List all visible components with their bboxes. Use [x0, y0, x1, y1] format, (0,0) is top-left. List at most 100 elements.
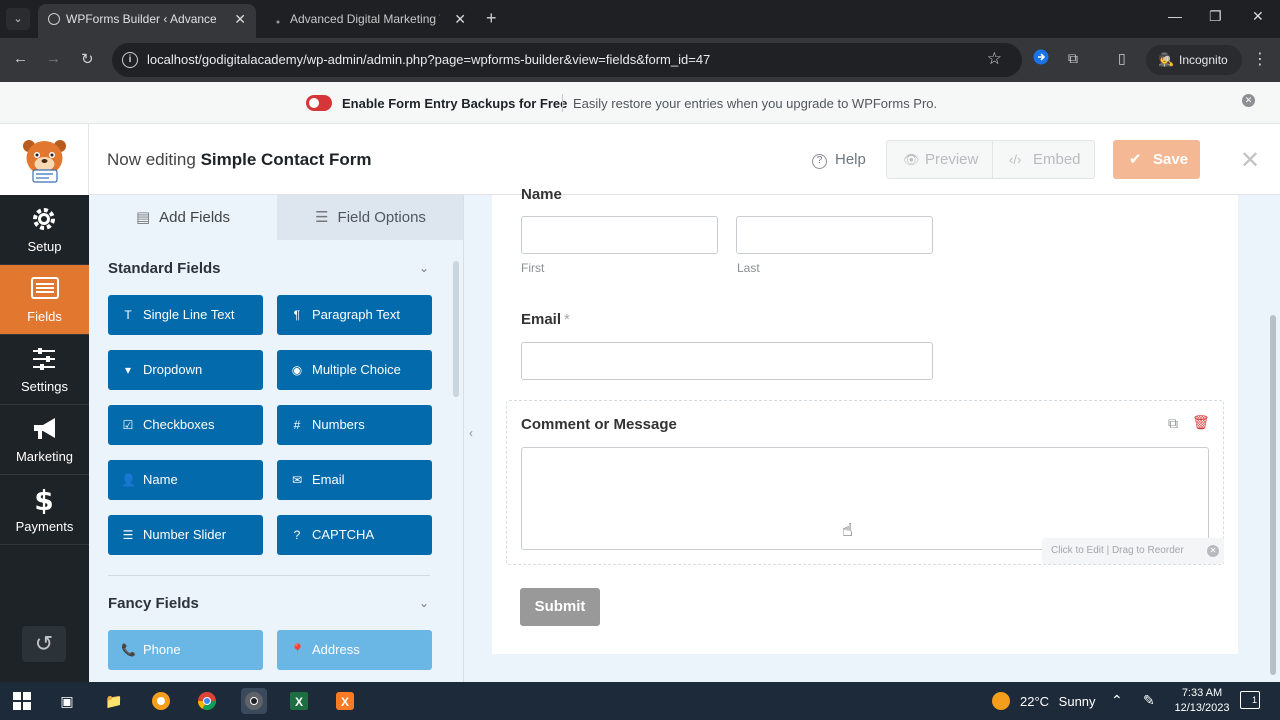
add-number-slider-button[interactable]: ☰ Number Slider [108, 515, 263, 555]
add-name-button[interactable]: 👤 Name [108, 460, 263, 500]
section-divider [108, 575, 430, 576]
comment-textarea[interactable] [521, 447, 1209, 550]
sidebar-item-setup[interactable]: Setup [0, 195, 89, 265]
sidebar-item-label: Marketing [15, 449, 74, 464]
notice-title: Enable Form Entry Backups for Free [342, 96, 568, 111]
fancy-fields-title[interactable]: Fancy Fields [108, 595, 199, 612]
sidebar-item-marketing[interactable]: Marketing [0, 405, 89, 475]
question-icon: ? [812, 154, 827, 169]
notice-text: Easily restore your entries when you upg… [573, 96, 938, 111]
browser-tab-wpforms[interactable]: WPForms Builder ‹ Advanced Di ✕ [38, 4, 256, 38]
envelope-icon: ✉ [291, 473, 303, 487]
checkbox-icon: ☑ [122, 418, 134, 432]
system-clock[interactable]: 7:33 AM 12/13/2023 [1172, 686, 1232, 716]
field-button-label: Number Slider [143, 527, 227, 542]
close-tab-icon[interactable]: ✕ [454, 4, 466, 34]
exit-builder-icon[interactable]: ✕ [1240, 146, 1260, 175]
save-button[interactable]: ✔ Save [1113, 140, 1200, 179]
chevron-down-icon[interactable]: ⌄ [419, 596, 429, 610]
wpforms-logo [0, 124, 89, 195]
email-field-label[interactable]: Email * [521, 311, 570, 328]
window-close-icon[interactable]: ✕ [1252, 8, 1264, 25]
add-captcha-button[interactable]: ? CAPTCHA [277, 515, 432, 555]
sidebar-item-fields[interactable]: Fields [0, 265, 89, 335]
new-tab-plus-icon[interactable]: + [486, 8, 497, 28]
sidebar-item-settings[interactable]: Settings [0, 335, 89, 405]
sidebar-item-payments[interactable]: $ Payments [0, 475, 89, 545]
bookmark-star-icon[interactable]: ☆ [987, 49, 1002, 69]
backup-toggle[interactable] [306, 95, 332, 111]
preview-label: Preview [925, 151, 979, 168]
xampp-icon[interactable]: X [332, 688, 358, 714]
canvas-scrollbar[interactable] [1270, 315, 1276, 675]
add-multiple-choice-button[interactable]: ◉ Multiple Choice [277, 350, 432, 390]
chrome-icon[interactable] [194, 688, 220, 714]
duplicate-field-icon[interactable]: ⧉ [1168, 415, 1178, 432]
forward-arrow-icon[interactable]: → [46, 50, 61, 67]
address-bar[interactable]: i localhost/godigitalacademy/wp-admin/ad… [112, 43, 1022, 77]
windows-start-icon[interactable] [9, 688, 35, 714]
incognito-badge[interactable]: 🕵 Incognito [1146, 45, 1242, 75]
browser-tab-marketing[interactable]: Advanced Digital Marketing Tra ✕ [262, 4, 476, 38]
embed-label: Embed [1033, 151, 1081, 168]
tooltip-close-icon[interactable]: ✕ [1207, 545, 1219, 557]
drag-reorder-tooltip: Click to Edit | Drag to Reorder ✕ [1042, 538, 1224, 564]
add-phone-button[interactable]: 📞 Phone [108, 630, 263, 670]
field-button-label: Single Line Text [143, 307, 235, 322]
back-arrow-icon[interactable]: ← [13, 50, 28, 67]
delete-field-icon[interactable]: 🗑 [1192, 414, 1210, 431]
form-preview-area: Name First Last Email * Comment or Messag… [464, 186, 1280, 682]
tab-search-chevron-icon[interactable]: ⌄ [6, 8, 30, 30]
standard-fields-title[interactable]: Standard Fields [108, 260, 221, 277]
add-dropdown-button[interactable]: ▾ Dropdown [108, 350, 263, 390]
add-numbers-button[interactable]: # Numbers [277, 405, 432, 445]
add-email-button[interactable]: ✉ Email [277, 460, 432, 500]
browser-menu-icon[interactable]: ⋮ [1252, 49, 1268, 69]
comment-field-label[interactable]: Comment or Message [521, 416, 677, 433]
app-icon[interactable] [148, 688, 174, 714]
file-explorer-icon[interactable]: 📁 [101, 688, 127, 714]
extensions-puzzle-icon[interactable]: ⧉ [1068, 50, 1078, 67]
weather-text: Sunny [1058, 694, 1096, 709]
pen-icon[interactable]: ✎ [1143, 692, 1155, 709]
chrome-incognito-icon[interactable] [241, 688, 267, 714]
wpforms-bear-icon [23, 140, 66, 183]
add-single-line-text-button[interactable]: T Single Line Text [108, 295, 263, 335]
reload-icon[interactable]: ↻ [81, 50, 94, 68]
editing-prefix: Now editing [107, 150, 196, 169]
first-name-input[interactable] [521, 216, 718, 254]
tab-add-fields[interactable]: ▤ Add Fields [89, 195, 277, 240]
collapse-panel-icon[interactable]: ‹ [464, 410, 478, 456]
add-address-button[interactable]: 📍 Address [277, 630, 432, 670]
side-panel-icon[interactable]: ▯ [1118, 50, 1126, 67]
panel-scrollbar[interactable] [453, 261, 459, 397]
add-checkboxes-button[interactable]: ☑ Checkboxes [108, 405, 263, 445]
tray-chevron-up-icon[interactable]: ⌃ [1111, 692, 1123, 709]
excel-icon[interactable]: X [286, 688, 312, 714]
maximize-icon[interactable]: ❐ [1209, 8, 1222, 25]
chevron-down-icon[interactable]: ⌄ [419, 261, 429, 275]
submit-button[interactable]: Submit [520, 588, 600, 626]
help-button[interactable]: ? Help [812, 151, 866, 169]
svg-text:$: $ [34, 486, 53, 514]
fields-icon [31, 277, 59, 299]
revisions-history-icon[interactable]: ↺ [22, 626, 66, 662]
last-name-input[interactable] [736, 216, 933, 254]
preview-button[interactable]: 👁 Preview [886, 140, 993, 179]
extension-icon[interactable] [1033, 49, 1049, 68]
name-field-label[interactable]: Name [521, 186, 562, 203]
add-paragraph-text-button[interactable]: ¶ Paragraph Text [277, 295, 432, 335]
close-tab-icon[interactable]: ✕ [234, 4, 246, 34]
dismiss-notice-icon[interactable]: ✕ [1242, 94, 1255, 107]
sidebar-item-label: Payments [15, 519, 74, 534]
weather-widget[interactable]: 22°C Sunny [992, 692, 1096, 710]
task-view-icon[interactable]: ▣ [54, 688, 80, 714]
tab-field-options[interactable]: ☰ Field Options [277, 195, 463, 240]
embed-button[interactable]: ‹/› Embed [992, 140, 1095, 179]
minimize-icon[interactable]: — [1168, 8, 1182, 24]
url-text[interactable]: localhost/godigitalacademy/wp-admin/admi… [147, 52, 710, 67]
last-sublabel: Last [737, 261, 760, 275]
site-info-icon[interactable]: i [122, 52, 138, 68]
notification-icon[interactable]: 1 [1240, 691, 1260, 709]
email-input[interactable] [521, 342, 933, 380]
